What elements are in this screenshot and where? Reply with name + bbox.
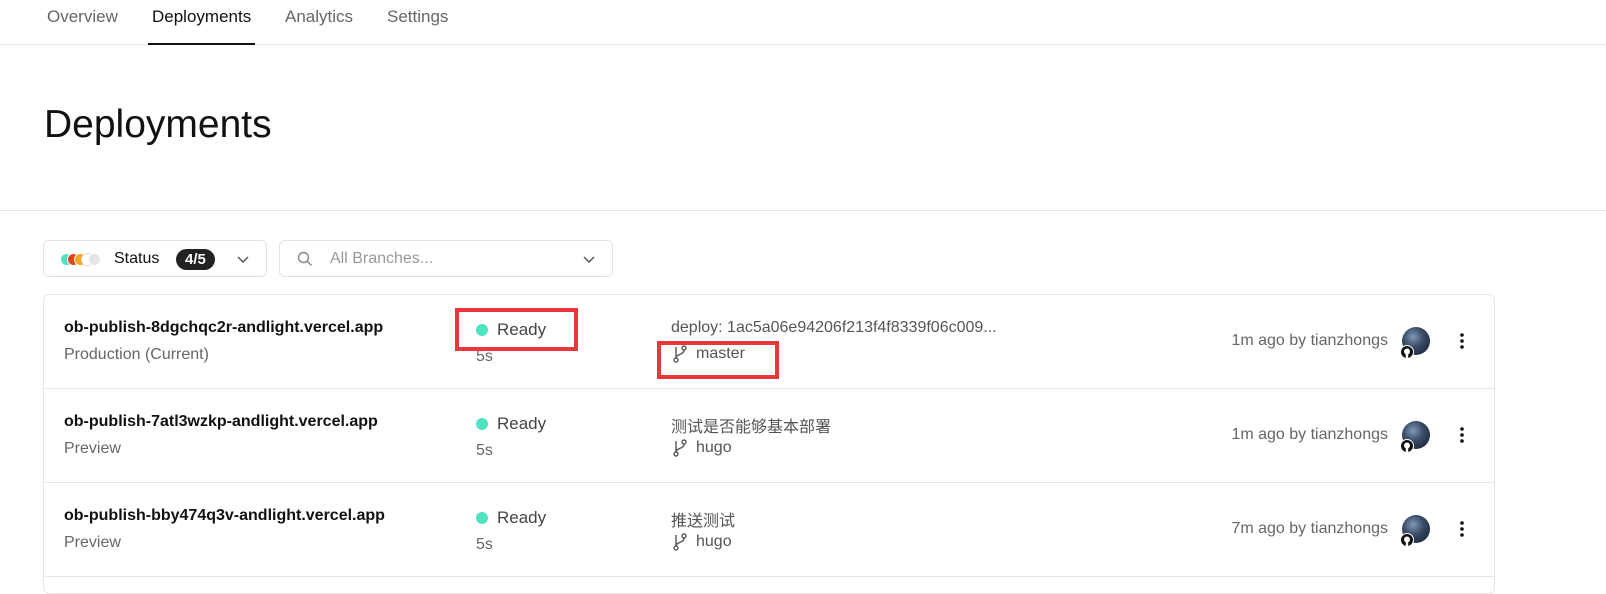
deployment-duration: 5s <box>476 536 493 553</box>
github-icon <box>1400 345 1414 359</box>
tab-analytics[interactable]: Analytics <box>285 0 353 44</box>
status-dot-canceled <box>88 253 101 266</box>
ready-status-dot <box>476 512 488 524</box>
deployment-time-author: 1m ago by tianzhongs <box>1231 332 1388 349</box>
status-filter-label: Status <box>114 250 160 267</box>
deployment-row[interactable]: ob-publish-bby474q3v-andlight.vercel.app… <box>44 483 1494 577</box>
deployment-environment: Production (Current) <box>64 346 209 363</box>
git-branch-icon <box>673 533 687 551</box>
commit-message[interactable]: deploy: 1ac5a06e94206f213f4f8339f06c009.… <box>671 319 997 337</box>
status-count-badge: 4/5 <box>176 249 215 270</box>
branch-name[interactable]: hugo <box>696 439 732 457</box>
deployment-url[interactable]: ob-publish-bby474q3v-andlight.vercel.app <box>64 507 385 525</box>
status-dots-icon <box>60 253 106 266</box>
git-branch-icon <box>673 439 687 457</box>
tab-overview[interactable]: Overview <box>47 0 118 44</box>
search-icon <box>297 251 312 266</box>
deployment-row[interactable]: ob-publish-7atl3wzkp-andlight.vercel.app… <box>44 389 1494 483</box>
chevron-down-icon <box>237 256 249 264</box>
github-icon <box>1400 439 1414 453</box>
ready-status-dot <box>476 418 488 430</box>
deployment-status: Ready <box>497 508 547 527</box>
deployment-environment: Preview <box>64 534 121 551</box>
commit-message[interactable]: 推送测试 <box>671 507 735 531</box>
status-highlight-box <box>455 308 578 351</box>
deployment-status: Ready <box>497 414 547 433</box>
more-options-icon[interactable] <box>1452 329 1472 353</box>
chevron-down-icon[interactable] <box>582 252 596 266</box>
github-icon <box>1400 533 1414 547</box>
deployment-list: ob-publish-8dgchqc2r-andlight.vercel.app… <box>43 294 1495 594</box>
branch-filter <box>279 240 613 277</box>
tab-settings[interactable]: Settings <box>387 0 448 44</box>
project-tabs: Overview Deployments Analytics Settings <box>0 0 1606 45</box>
more-options-icon[interactable] <box>1452 423 1472 447</box>
branch-highlight-box <box>657 341 779 379</box>
branch-search-input[interactable] <box>330 249 560 269</box>
more-options-icon[interactable] <box>1452 517 1472 541</box>
deployment-environment: Preview <box>64 440 121 457</box>
header-divider <box>0 210 1606 211</box>
page-title: Deployments <box>44 103 272 146</box>
commit-message[interactable]: 测试是否能够基本部署 <box>671 413 831 437</box>
deployment-url[interactable]: ob-publish-7atl3wzkp-andlight.vercel.app <box>64 413 378 431</box>
branch-name[interactable]: hugo <box>696 533 732 551</box>
deployment-duration: 5s <box>476 442 493 459</box>
deployment-time-author: 7m ago by tianzhongs <box>1231 520 1388 537</box>
tab-deployments[interactable]: Deployments <box>147 0 256 45</box>
deployment-url[interactable]: ob-publish-8dgchqc2r-andlight.vercel.app <box>64 319 383 337</box>
status-filter-dropdown[interactable]: Status 4/5 <box>43 240 267 277</box>
deployment-time-author: 1m ago by tianzhongs <box>1231 426 1388 443</box>
